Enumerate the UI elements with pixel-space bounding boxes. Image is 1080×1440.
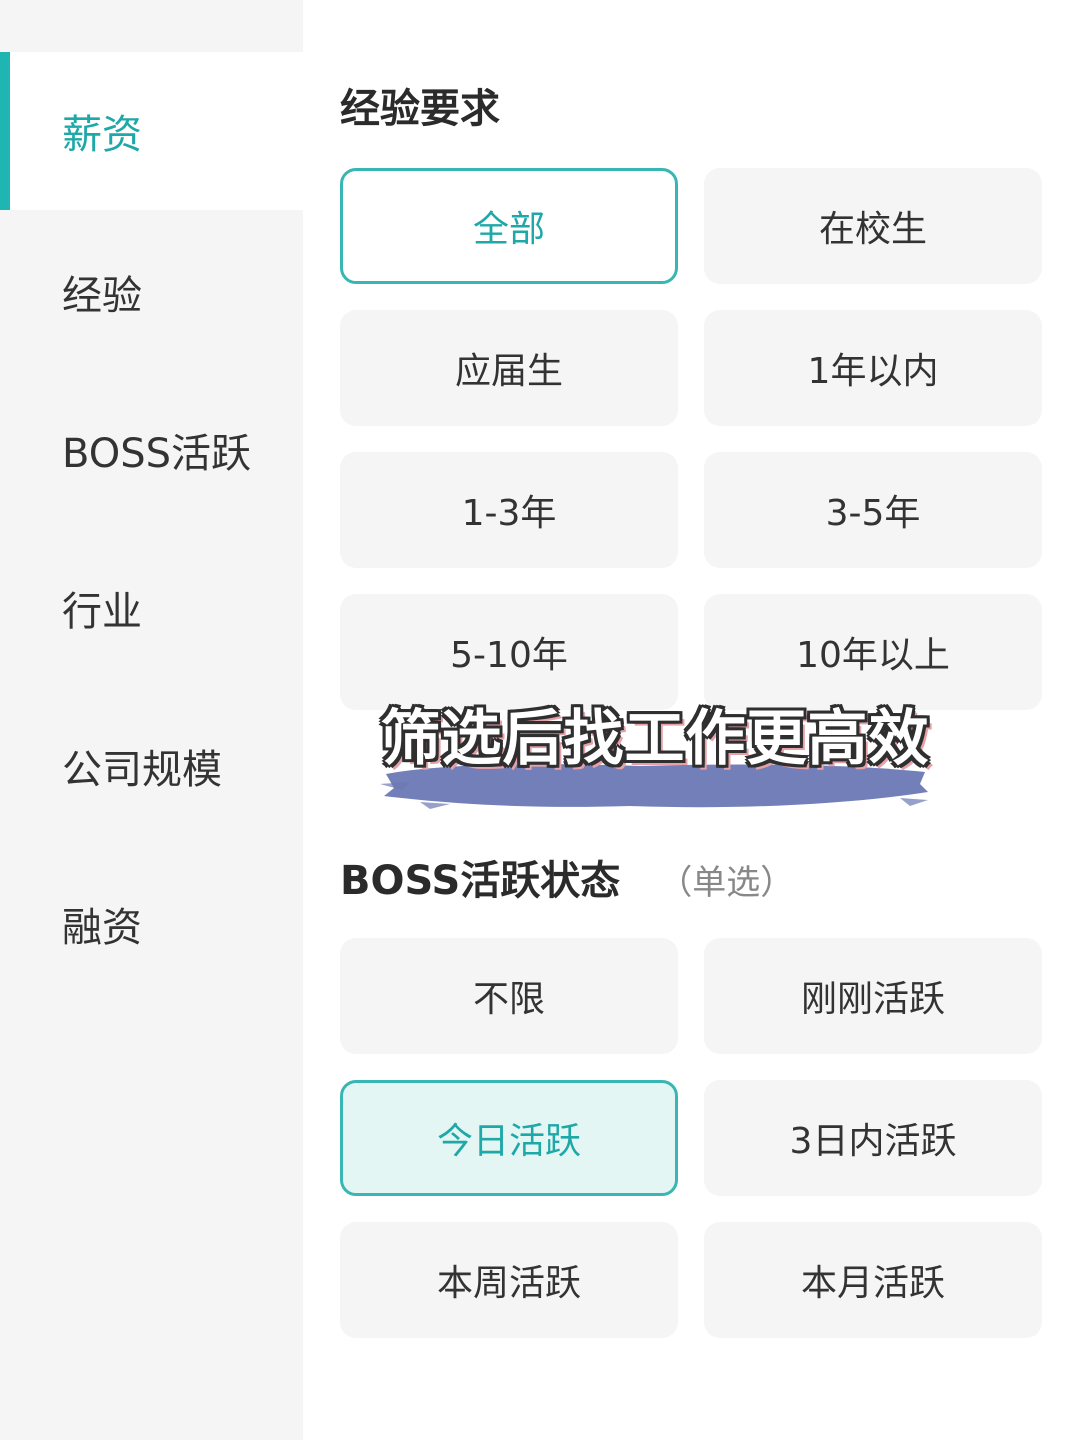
boss-active-section-title: BOSS活跃状态 （单选）: [340, 848, 794, 906]
option-student[interactable]: 在校生: [704, 168, 1042, 284]
option-active-3-days[interactable]: 3日内活跃: [704, 1080, 1042, 1196]
option-just-active[interactable]: 刚刚活跃: [704, 938, 1042, 1054]
sidebar-item-label: 融资: [62, 905, 142, 951]
sidebar-top-cap: [0, 0, 303, 52]
sidebar-item-label: 薪资: [62, 112, 142, 158]
sidebar-item-experience[interactable]: 经验: [0, 213, 303, 371]
sidebar-item-label: 行业: [62, 589, 142, 635]
option-under-1-year[interactable]: 1年以内: [704, 310, 1042, 426]
overlay-caption: 筛选后找工作更高效: [370, 690, 940, 830]
filter-sidebar: 薪资 经验 BOSS活跃 行业 公司规模 融资: [0, 0, 303, 1440]
sidebar-item-salary[interactable]: 薪资: [0, 52, 303, 210]
option-active-this-week[interactable]: 本周活跃: [340, 1222, 678, 1338]
option-active-this-month[interactable]: 本月活跃: [704, 1222, 1042, 1338]
option-all[interactable]: 全部: [340, 168, 678, 284]
option-active-today[interactable]: 今日活跃: [340, 1080, 678, 1196]
sidebar-item-industry[interactable]: 行业: [0, 529, 303, 687]
sidebar-item-company-size[interactable]: 公司规模: [0, 687, 303, 845]
experience-section-title: 经验要求: [340, 86, 500, 132]
option-unlimited[interactable]: 不限: [340, 938, 678, 1054]
sidebar-item-label: BOSS活跃: [62, 431, 252, 477]
option-3-5-years[interactable]: 3-5年: [704, 452, 1042, 568]
active-indicator: [0, 52, 10, 210]
option-fresh-graduate[interactable]: 应届生: [340, 310, 678, 426]
boss-active-title-text: BOSS活跃状态: [340, 858, 621, 904]
sidebar-item-boss-active[interactable]: BOSS活跃: [0, 371, 303, 529]
sidebar-item-financing[interactable]: 融资: [0, 845, 303, 1003]
caption-text: 筛选后找工作更高效: [380, 704, 930, 774]
option-1-3-years[interactable]: 1-3年: [340, 452, 678, 568]
sidebar-item-label: 公司规模: [62, 747, 222, 793]
single-select-hint: （单选）: [658, 863, 795, 903]
sidebar-item-label: 经验: [62, 273, 142, 319]
